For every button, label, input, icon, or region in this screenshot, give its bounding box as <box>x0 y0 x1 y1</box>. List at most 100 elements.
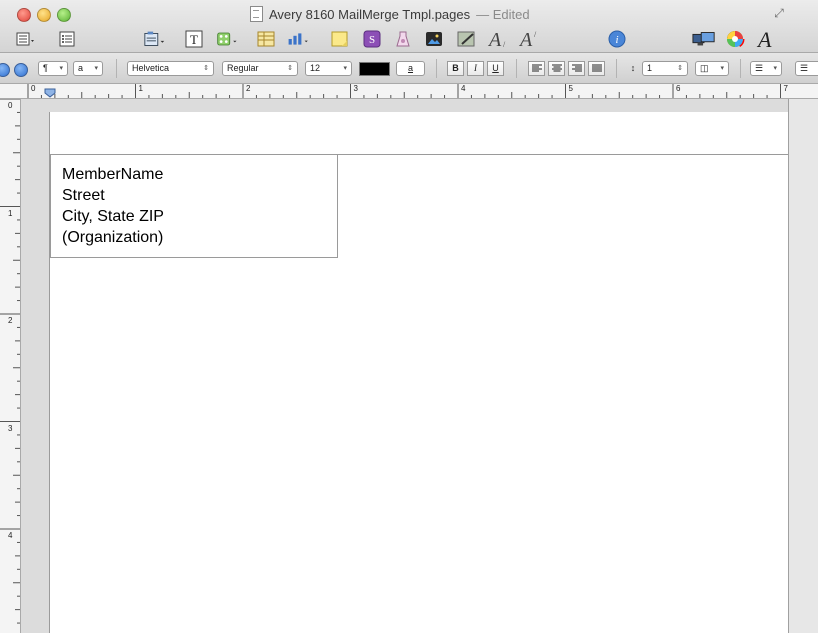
window-title: Avery 8160 MailMerge Tmpl.pages — Edited <box>250 5 530 23</box>
merge-field-organization[interactable]: (Organization) <box>62 227 164 248</box>
document-page[interactable]: MemberName Street City, State ZIP (Organ… <box>49 112 791 633</box>
svg-text:S: S <box>369 34 375 46</box>
list-style-extra-select[interactable]: ☰ <box>795 61 818 76</box>
vertical-ruler[interactable]: 0 1 2 3 4 <box>0 99 21 633</box>
separator <box>740 59 741 78</box>
bold-button[interactable]: B <box>447 61 464 76</box>
photo-icon[interactable] <box>422 28 446 50</box>
minimize-button[interactable] <box>37 8 51 22</box>
title-bar: Avery 8160 MailMerge Tmpl.pages — Edited… <box>0 0 818 53</box>
comment-icon[interactable] <box>328 28 352 50</box>
columns-select[interactable]: ◫ ▾ <box>695 61 729 76</box>
font-family-select[interactable]: Helvetica ⇕ <box>127 61 214 76</box>
separator <box>616 59 617 78</box>
chevron-updown-icon: ⇕ <box>203 65 209 72</box>
colors-icon[interactable] <box>723 28 747 50</box>
align-left-button[interactable] <box>528 61 545 76</box>
media-icon[interactable]: S <box>360 28 384 50</box>
character-style-value: a <box>78 63 84 73</box>
edited-status: — Edited <box>476 6 530 22</box>
shapes-icon[interactable] <box>216 28 240 50</box>
align-left-icon <box>531 64 542 72</box>
separator <box>516 59 517 78</box>
textbox-icon[interactable] <box>143 28 167 50</box>
ruler-label: 1 <box>8 208 13 218</box>
line-spacing-icon: ↕ <box>630 63 636 73</box>
document-canvas[interactable]: MemberName Street City, State ZIP (Organ… <box>21 99 818 633</box>
font-style-select[interactable]: Regular ⇕ <box>222 61 298 76</box>
font-size-value: 12 <box>310 63 321 73</box>
merge-field-city-state-zip[interactable]: City, State ZIP <box>62 206 164 227</box>
window-title-text: Avery 8160 MailMerge Tmpl.pages <box>269 6 471 22</box>
text-icon[interactable]: T <box>182 28 206 50</box>
ruler-label: 4 <box>461 84 466 93</box>
svg-text:A: A <box>518 29 533 49</box>
pages-window: Avery 8160 MailMerge Tmpl.pages — Edited… <box>0 0 818 633</box>
merge-field-street[interactable]: Street <box>62 185 164 206</box>
ruler-label: 2 <box>246 84 251 93</box>
font-style-value: Regular <box>227 63 259 73</box>
ruler-label: 4 <box>8 531 13 540</box>
font-size-combo[interactable]: 12 ▾ <box>305 61 352 76</box>
styles-drawer-icon[interactable] <box>0 63 10 77</box>
chevron-down-icon: ▾ <box>59 65 63 72</box>
justify-icon <box>591 64 602 72</box>
adjust-icon[interactable] <box>391 28 415 50</box>
mailing-label-cell[interactable]: MemberName Street City, State ZIP (Organ… <box>50 154 338 258</box>
ruler-ticks <box>0 99 20 624</box>
paragraph-style-value: ¶ <box>43 63 48 73</box>
chevron-down-icon: ▾ <box>773 65 777 72</box>
separator <box>116 59 117 78</box>
ruler-label: 1 <box>138 84 143 93</box>
ruler-label: 0 <box>31 84 36 93</box>
character-style-select[interactable]: a ▾ <box>73 61 103 76</box>
invisibles-icon[interactable] <box>14 63 28 77</box>
highlight-label: a <box>407 63 413 73</box>
line-spacing-stepper[interactable]: 1 ⇕ <box>642 61 688 76</box>
chevron-updown-icon: ⇕ <box>677 65 683 72</box>
close-button[interactable] <box>17 8 31 22</box>
ruler-label: 3 <box>8 423 13 433</box>
format-bar: ¶ ▾ a ▾ Helvetica ⇕ Regular ⇕ 12 ▾ a B I U ↕ … <box>0 53 818 84</box>
edit-icon[interactable] <box>455 28 479 50</box>
zoom-button[interactable] <box>57 8 71 22</box>
align-center-icon <box>551 64 562 72</box>
right-margin-area <box>788 99 818 633</box>
paragraph-style-select[interactable]: ¶ ▾ <box>38 61 68 76</box>
ruler-label: 5 <box>568 84 573 93</box>
font-size-b-icon[interactable]: A / <box>517 28 541 50</box>
svg-text:/: / <box>503 40 506 49</box>
display-icon[interactable] <box>692 28 716 50</box>
list-style-select[interactable]: ☰ ▾ <box>750 61 782 76</box>
list-icon[interactable] <box>55 28 79 50</box>
sections-icon[interactable] <box>14 28 38 50</box>
text-color-well[interactable] <box>359 62 390 76</box>
align-right-button[interactable] <box>568 61 585 76</box>
table-icon[interactable] <box>254 28 278 50</box>
highlight-color-well[interactable]: a <box>396 61 425 76</box>
info-icon[interactable]: i <box>605 28 629 50</box>
chevron-down-icon: ▾ <box>94 65 98 72</box>
justify-button[interactable] <box>588 61 605 76</box>
chart-icon[interactable] <box>287 28 311 50</box>
italic-button[interactable]: I <box>467 61 484 76</box>
ruler-label: 0 <box>8 101 13 110</box>
align-center-button[interactable] <box>548 61 565 76</box>
ruler-label: 2 <box>8 316 13 325</box>
underline-button[interactable]: U <box>487 61 504 76</box>
svg-text:i: i <box>615 34 618 46</box>
svg-text:T: T <box>190 32 198 47</box>
label-text[interactable]: MemberName Street City, State ZIP (Organ… <box>62 164 164 248</box>
document-icon <box>250 6 263 22</box>
fonts-icon[interactable]: A <box>755 28 779 50</box>
chevron-updown-icon: ⇕ <box>287 65 293 72</box>
separator <box>436 59 437 78</box>
merge-field-member-name[interactable]: MemberName <box>62 164 164 185</box>
ruler-ticks <box>27 84 781 98</box>
columns-icon: ◫ <box>700 63 709 73</box>
indent-marker-icon[interactable] <box>44 88 56 98</box>
font-size-a-icon[interactable]: A / <box>486 28 510 50</box>
fullscreen-icon[interactable]: ⤢ <box>772 6 786 20</box>
font-family-value: Helvetica <box>132 63 170 73</box>
horizontal-ruler[interactable]: 0 1 2 3 4 5 6 7 <box>0 84 818 99</box>
